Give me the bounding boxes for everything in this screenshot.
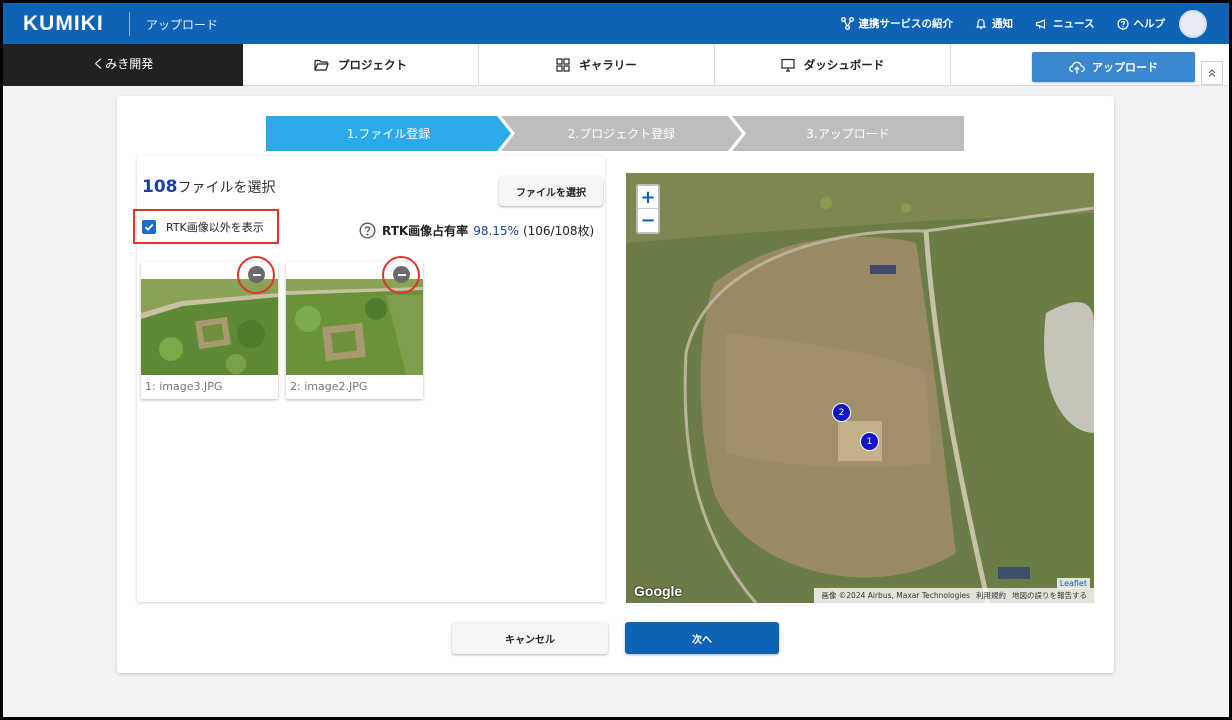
file-count-label: ファイルを選択 <box>177 180 276 196</box>
network-icon <box>840 17 854 30</box>
thumbnail-caption: 1: image3.JPG <box>145 380 223 393</box>
tab-gallery-label: ギャラリー <box>579 58 637 72</box>
tab-dashboard[interactable]: ダッシュボード <box>715 44 951 86</box>
satellite-imagery <box>626 173 1094 603</box>
terms-link[interactable]: 利用規約 <box>976 590 1006 601</box>
bell-icon <box>975 18 987 29</box>
help-label: ヘルプ <box>1133 18 1166 30</box>
remove-circle-icon[interactable] <box>393 266 410 283</box>
rtk-ratio-percent: 98.15% <box>473 223 519 238</box>
organization-name[interactable]: くみき開発 <box>3 44 243 86</box>
remove-highlight <box>237 256 275 294</box>
news-link[interactable]: ニュース <box>1035 16 1095 31</box>
thumbnail-caption: 2: image2.JPG <box>290 380 368 393</box>
header-links: 連携サービスの紹介 通知 ニュース ヘルプ <box>819 3 1207 44</box>
map-marker[interactable]: 1 <box>860 432 879 451</box>
help-circle-icon[interactable] <box>359 222 376 239</box>
upload-button-label: アップロード <box>1092 61 1158 74</box>
user-avatar[interactable] <box>1179 9 1207 38</box>
collapse-toggle[interactable] <box>1201 61 1223 85</box>
checkbox-checked-icon[interactable] <box>142 219 156 234</box>
chevron-double-up-icon <box>1208 69 1216 77</box>
help-icon <box>1116 17 1129 30</box>
folder-icon <box>314 59 329 71</box>
cloud-upload-icon <box>1069 61 1085 73</box>
rtk-ratio-fraction: (106/108枚) <box>522 224 595 238</box>
services-label: 連携サービスの紹介 <box>858 18 954 30</box>
report-error-link[interactable]: 地図の誤りを報告する <box>1012 590 1087 601</box>
image-thumbnail[interactable]: 2: image2.JPG <box>286 256 423 399</box>
zoom-control: + − <box>636 184 660 234</box>
step-file-registration: 1.ファイル登録 <box>266 116 511 151</box>
rtk-checkbox-label: RTK画像以外を表示 <box>166 220 264 234</box>
image-thumbnail[interactable]: 1: image3.JPG <box>141 256 278 399</box>
remove-highlight <box>382 256 420 294</box>
app-window: KUMIKI アップロード 連携サービスの紹介 通知 ニュース ヘルプ くみき開… <box>3 3 1229 717</box>
map-marker[interactable]: 2 <box>832 403 851 422</box>
rtk-ratio: RTK画像占有率 98.15% (106/108枚) <box>359 222 594 239</box>
select-files-button[interactable]: ファイルを選択 <box>499 176 603 206</box>
help-link[interactable]: ヘルプ <box>1116 16 1166 31</box>
zoom-in-button[interactable]: + <box>638 186 658 209</box>
tab-dashboard-label: ダッシュボード <box>803 58 885 72</box>
rtk-filter-checkbox[interactable]: RTK画像以外を表示 <box>133 209 279 244</box>
selected-file-count: 108ファイルを選択 <box>142 177 276 197</box>
file-count-number: 108 <box>142 177 178 197</box>
next-button[interactable]: 次へ <box>625 622 779 654</box>
kumiki-logo[interactable]: KUMIKI <box>23 12 104 36</box>
monitor-icon <box>781 58 795 72</box>
services-link[interactable]: 連携サービスの紹介 <box>840 16 954 31</box>
tab-project-label: プロジェクト <box>338 58 407 72</box>
top-header: KUMIKI アップロード 連携サービスの紹介 通知 ニュース ヘルプ <box>3 3 1229 44</box>
tab-gallery[interactable]: ギャラリー <box>479 44 715 86</box>
tab-project[interactable]: プロジェクト <box>243 44 479 86</box>
step-project-registration: 2.プロジェクト登録 <box>501 116 742 151</box>
header-divider <box>129 12 130 36</box>
google-logo: Google <box>634 583 683 599</box>
upload-button[interactable]: アップロード <box>1032 52 1195 82</box>
file-list-panel: 108ファイルを選択 ファイルを選択 RTK画像以外を表示 RTK画像占有率 9… <box>133 156 605 602</box>
grid-icon <box>556 58 570 72</box>
main-nav: くみき開発 プロジェクト ギャラリー ダッシュボード アップロード <box>3 44 1229 86</box>
zoom-out-button[interactable]: − <box>638 209 658 232</box>
megaphone-icon <box>1035 18 1046 29</box>
upload-card: 1.ファイル登録 2.プロジェクト登録 3.アップロード 108ファイルを選択 … <box>117 96 1114 673</box>
rtk-ratio-label: RTK画像占有率 <box>382 224 469 238</box>
notifications-link[interactable]: 通知 <box>975 16 1013 31</box>
news-label: ニュース <box>1053 18 1095 30</box>
notifications-label: 通知 <box>992 18 1014 30</box>
remove-circle-icon[interactable] <box>248 266 265 283</box>
satellite-map[interactable]: + − 1 2 Google Leaflet 画像 ©2024 Airbus, … <box>626 173 1094 603</box>
cancel-button[interactable]: キャンセル <box>452 622 608 654</box>
map-attribution: 画像 ©2024 Airbus, Maxar Technologies 利用規約… <box>814 588 1094 603</box>
imagery-credit: 画像 ©2024 Airbus, Maxar Technologies <box>821 591 970 600</box>
step-upload: 3.アップロード <box>732 116 964 151</box>
app-title: アップロード <box>146 18 219 32</box>
